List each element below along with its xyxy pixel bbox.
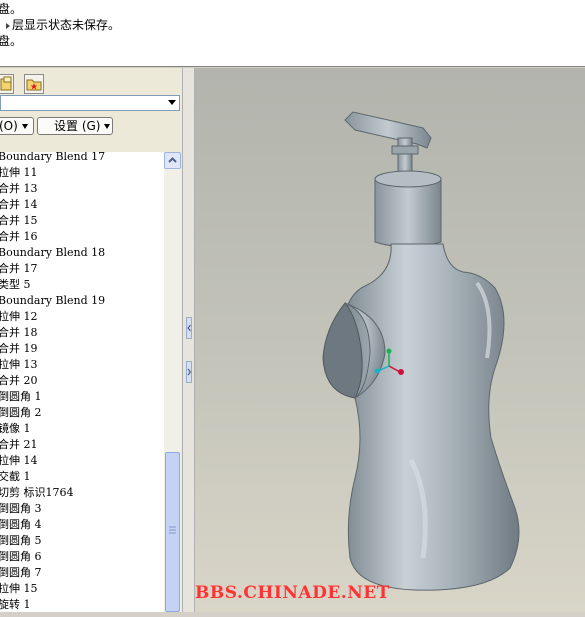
expand-right-button[interactable] — [186, 361, 192, 383]
settings-dropdown-label: 设置 (G) — [54, 119, 101, 133]
tree-item[interactable]: 合并 14 — [0, 197, 38, 213]
message-line: 盘。 — [0, 2, 23, 16]
tree-item[interactable]: 旋转 1 — [0, 597, 31, 612]
tree-item[interactable]: Boundary Blend 17 — [0, 152, 105, 165]
tree-item[interactable]: 拉伸 11 — [0, 165, 38, 181]
tree-item[interactable]: 合并 17 — [0, 261, 38, 277]
message-line: 层显示状态未保存。 — [6, 17, 120, 33]
tree-item[interactable]: 拉伸 15 — [0, 581, 38, 597]
message-line: 盘。 — [0, 34, 23, 48]
tree-item[interactable]: 合并 13 — [0, 181, 38, 197]
panel-splitter[interactable] — [182, 68, 195, 612]
tree-item[interactable]: 拉伸 13 — [0, 357, 38, 373]
tree-item[interactable]: 合并 19 — [0, 341, 38, 357]
tree-item[interactable]: Boundary Blend 19 — [0, 293, 105, 309]
tab-model-tree[interactable] — [0, 74, 14, 94]
filter-combobox[interactable] — [0, 95, 180, 111]
collapse-left-button[interactable] — [186, 317, 192, 339]
scroll-thumb[interactable] — [165, 452, 180, 612]
tree-item[interactable]: 交截 1 — [0, 469, 31, 485]
show-dropdown[interactable]: (O) — [0, 117, 34, 135]
bullet-icon — [6, 22, 10, 29]
chevron-left-icon — [187, 324, 191, 332]
tree-item[interactable]: 合并 21 — [0, 437, 38, 453]
tree-item[interactable]: 合并 15 — [0, 213, 38, 229]
tree-item[interactable]: 倒圆角 5 — [0, 533, 42, 549]
scroll-up-button[interactable] — [164, 152, 181, 169]
tree-item[interactable]: 拉伸 12 — [0, 309, 38, 325]
chevron-down-icon — [104, 124, 111, 129]
tree-item[interactable]: 拉伸 14 — [0, 453, 38, 469]
tree-scrollbar[interactable] — [164, 152, 181, 612]
tree-item[interactable]: 合并 18 — [0, 325, 38, 341]
message-area: 盘。 层显示状态未保存。 盘。 — [0, 0, 585, 67]
bottle-torso-model — [322, 111, 520, 591]
grip-icon — [169, 526, 176, 534]
tree-item[interactable]: 倒圆角 1 — [0, 389, 42, 405]
model-tree-icon — [0, 76, 12, 91]
tree-item[interactable]: 倒圆角 2 — [0, 405, 42, 421]
tree-item[interactable]: Boundary Blend 18 — [0, 245, 105, 261]
tree-item[interactable]: 倒圆角 4 — [0, 517, 42, 533]
tree-item[interactable]: 类型 5 — [0, 277, 31, 293]
tree-item[interactable]: 合并 20 — [0, 373, 38, 389]
tree-item[interactable]: 切剪 标识1764 — [0, 485, 74, 501]
chevron-up-icon — [168, 157, 177, 163]
message-text: 层显示状态未保存。 — [12, 18, 121, 32]
model-tree-list: Boundary Blend 17 拉伸 11 合并 13 合并 14 合并 1… — [0, 152, 164, 612]
tree-item[interactable]: 合并 16 — [0, 229, 38, 245]
chevron-down-icon — [21, 124, 28, 129]
tree-item[interactable]: 镜像 1 — [0, 421, 31, 437]
tab-folder[interactable] — [24, 74, 44, 94]
tree-item[interactable]: 倒圆角 6 — [0, 549, 42, 565]
graphics-viewport[interactable] — [195, 68, 585, 612]
folder-star-icon — [26, 79, 42, 91]
chevron-right-icon — [187, 368, 192, 376]
tree-item[interactable]: 倒圆角 7 — [0, 565, 42, 581]
settings-dropdown[interactable]: 设置 (G) — [37, 117, 113, 135]
tree-item[interactable]: 倒圆角 3 — [0, 501, 42, 517]
chevron-down-icon — [168, 100, 176, 105]
watermark: BBS.CHINADE.NET — [195, 583, 390, 603]
show-dropdown-label: (O) — [0, 119, 18, 133]
